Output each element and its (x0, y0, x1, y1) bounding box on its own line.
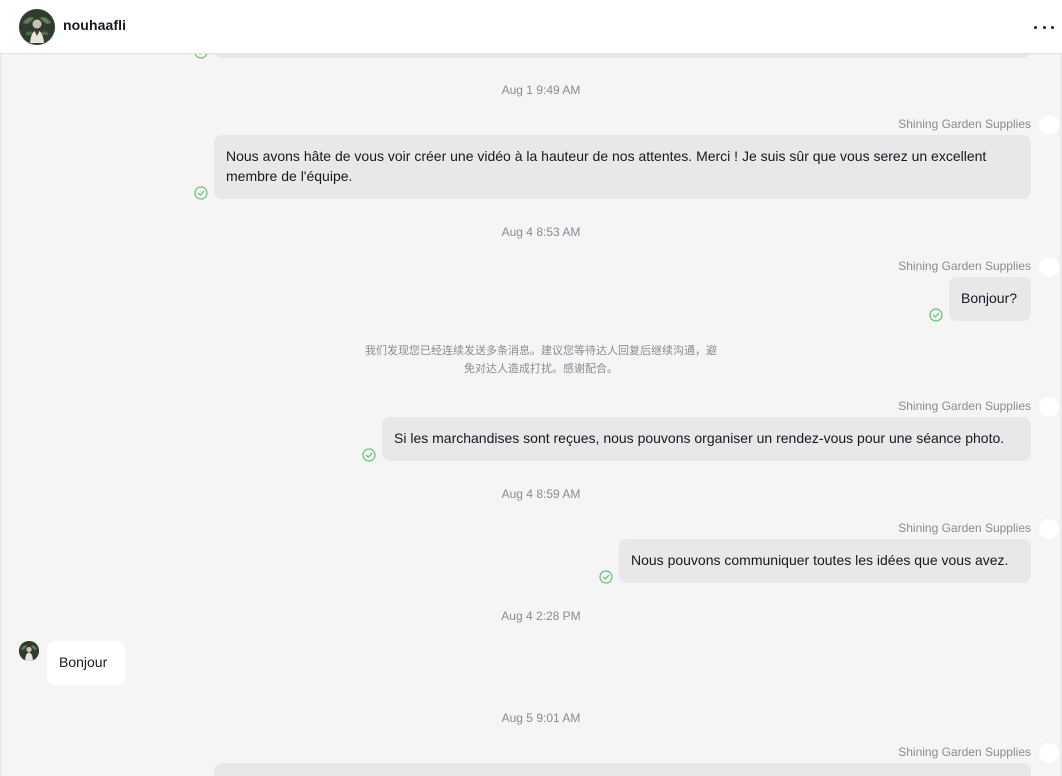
message-bubble-partial[interactable] (214, 763, 1031, 776)
read-check-icon (599, 570, 613, 584)
timestamp: Aug 4 8:53 AM (501, 225, 581, 239)
user-avatar-icon (19, 9, 55, 45)
sender-avatar (1039, 519, 1059, 539)
user-avatar-icon (19, 641, 39, 661)
sender-name: Shining Garden Supplies (898, 259, 1031, 273)
chat-window: nouhaafli Aug 1 9:49 AM Shining Garden S… (0, 0, 1062, 776)
sender-name: Shining Garden Supplies (898, 521, 1031, 535)
message-bubble[interactable]: Nous pouvons communiquer toutes les idée… (619, 539, 1031, 583)
timestamp: Aug 5 9:01 AM (501, 711, 581, 725)
timestamp: Aug 4 8:59 AM (501, 487, 581, 501)
incoming-message-bubble[interactable]: Bonjour (47, 641, 125, 685)
sender-avatar (1039, 397, 1059, 417)
system-note: 我们发现您已经连续发送多条消息。建议您等待达人回复后继续沟通，避免对达人造成打扰… (365, 344, 717, 375)
chat-header: nouhaafli (0, 0, 1062, 54)
message-bubble[interactable]: Bonjour? (949, 277, 1031, 321)
read-check-icon (362, 448, 376, 462)
sender-avatar (1039, 115, 1059, 135)
sender-avatar (1039, 257, 1059, 277)
contact-name[interactable]: nouhaafli (63, 17, 126, 33)
timestamp: Aug 4 2:28 PM (501, 609, 581, 623)
message-bubble-partial[interactable] (214, 54, 1031, 58)
message-list[interactable]: Aug 1 9:49 AM Shining Garden Supplies No… (2, 54, 1060, 776)
dot (1051, 25, 1054, 29)
read-check-icon (194, 186, 208, 200)
contact-avatar[interactable] (19, 9, 55, 45)
more-options-icon[interactable] (1034, 18, 1054, 36)
sender-avatar (1039, 743, 1059, 763)
read-check-icon (929, 308, 943, 322)
sender-name: Shining Garden Supplies (898, 117, 1031, 131)
message-bubble[interactable]: Si les marchandises sont reçues, nous po… (382, 417, 1031, 461)
dot (1034, 25, 1037, 29)
dot (1042, 25, 1046, 29)
read-check-icon (194, 54, 208, 59)
sender-name: Shining Garden Supplies (898, 745, 1031, 759)
sender-name: Shining Garden Supplies (898, 399, 1031, 413)
message-bubble[interactable]: Nous avons hâte de vous voir créer une v… (214, 135, 1031, 199)
timestamp: Aug 1 9:49 AM (501, 83, 581, 97)
contact-avatar-small[interactable] (19, 641, 39, 661)
